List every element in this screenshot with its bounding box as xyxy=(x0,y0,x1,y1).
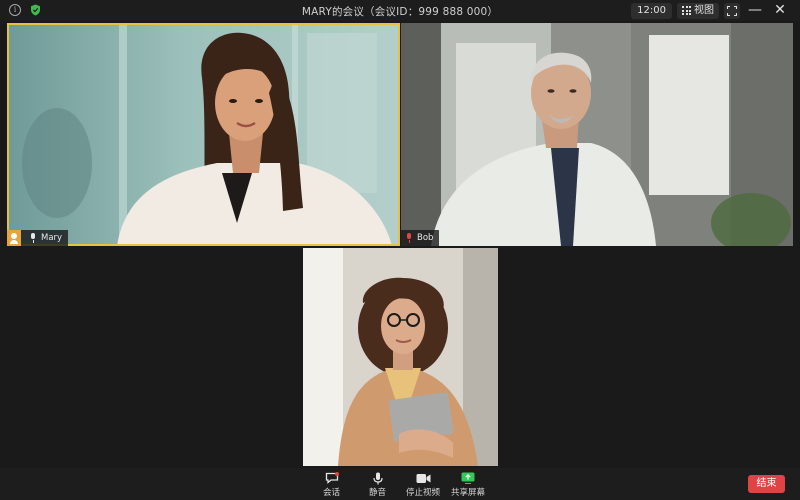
participant-name: Mary xyxy=(41,233,63,243)
stop-video-button[interactable]: 停止视频 xyxy=(406,472,440,498)
participant-name-tag: Mary xyxy=(7,230,69,246)
mute-label: 静音 xyxy=(369,488,387,498)
meeting-clock: 12:00 xyxy=(631,2,672,19)
end-meeting-button[interactable]: 结束 xyxy=(748,475,785,493)
host-icon xyxy=(7,230,21,246)
participant-video-3 xyxy=(303,248,498,466)
microphone-icon xyxy=(29,233,37,243)
grid-icon xyxy=(682,6,691,15)
video-camera-icon xyxy=(416,472,431,484)
fullscreen-button[interactable] xyxy=(724,2,740,19)
view-button-label: 视图 xyxy=(694,4,714,16)
minimize-button[interactable]: — xyxy=(745,2,765,19)
share-screen-button[interactable]: 共享屏幕 xyxy=(451,472,485,498)
meeting-toolbar: 会话 静音 停止视频 共享屏幕 结束 xyxy=(0,468,800,500)
video-tile-mary[interactable]: Mary xyxy=(7,23,400,246)
participant-name-tag: Bob xyxy=(401,230,440,246)
participant-video-bob xyxy=(401,23,793,246)
stop-video-label: 停止视频 xyxy=(406,488,441,498)
microphone-icon xyxy=(372,472,383,484)
chat-icon xyxy=(325,472,339,484)
video-tile-participant-3[interactable] xyxy=(303,248,498,466)
title-bar-right: 12:00 视图 — ✕ xyxy=(631,2,790,19)
chat-button[interactable]: 会话 xyxy=(323,472,340,498)
close-button[interactable]: ✕ xyxy=(770,2,790,19)
share-screen-icon xyxy=(461,472,475,484)
video-tile-bob[interactable]: Bob xyxy=(401,23,793,246)
title-bar: i MARY的会议（会议ID：999 888 000） 12:00 视图 — ✕ xyxy=(0,0,800,21)
participant-name: Bob xyxy=(417,233,434,243)
participant-video-mary xyxy=(7,23,400,246)
fullscreen-icon xyxy=(727,5,737,16)
mute-button[interactable]: 静音 xyxy=(369,472,386,498)
muted-microphone-icon xyxy=(405,233,413,243)
share-screen-label: 共享屏幕 xyxy=(451,488,486,498)
view-button[interactable]: 视图 xyxy=(677,2,719,19)
chat-label: 会话 xyxy=(323,488,341,498)
